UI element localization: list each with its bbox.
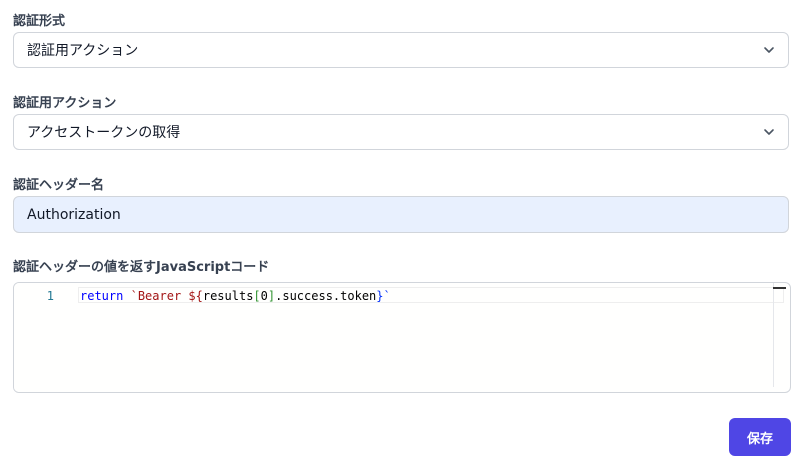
auth-header-name-input[interactable] bbox=[13, 196, 789, 233]
code-line[interactable]: return `Bearer ${results[0].success.toke… bbox=[80, 289, 391, 303]
line-number-gutter: 1 bbox=[14, 283, 70, 392]
code-index: 0 bbox=[260, 289, 268, 303]
save-button[interactable]: 保存 bbox=[729, 418, 791, 456]
code-property-access: .success.token bbox=[275, 289, 377, 303]
auth-header-js-label: 認証ヘッダーの値を返すJavaScriptコード bbox=[13, 260, 270, 275]
code-expression: results bbox=[202, 289, 254, 303]
chevron-down-icon bbox=[764, 129, 774, 135]
code-bracket-open: [ bbox=[253, 289, 261, 303]
line-number: 1 bbox=[46, 289, 54, 303]
code-template-start: `Bearer ${ bbox=[130, 289, 203, 303]
auth-type-selected-value: 認証用アクション bbox=[27, 43, 139, 59]
auth-action-selected-value: アクセストークンの取得 bbox=[27, 125, 181, 141]
auth-type-select[interactable]: 認証用アクション bbox=[13, 32, 789, 68]
code-keyword: return bbox=[80, 289, 124, 303]
auth-header-name-label: 認証ヘッダー名 bbox=[13, 178, 105, 193]
code-template-end: }` bbox=[376, 289, 391, 303]
chevron-down-icon bbox=[764, 47, 774, 53]
auth-type-label: 認証形式 bbox=[13, 14, 66, 29]
code-editor[interactable]: 1 return `Bearer ${results[0].success.to… bbox=[13, 282, 791, 393]
vertical-scrollbar[interactable] bbox=[773, 283, 774, 387]
overview-ruler-cursor bbox=[773, 287, 786, 289]
auth-action-select[interactable]: アクセストークンの取得 bbox=[13, 114, 789, 150]
auth-action-label: 認証用アクション bbox=[13, 96, 117, 111]
